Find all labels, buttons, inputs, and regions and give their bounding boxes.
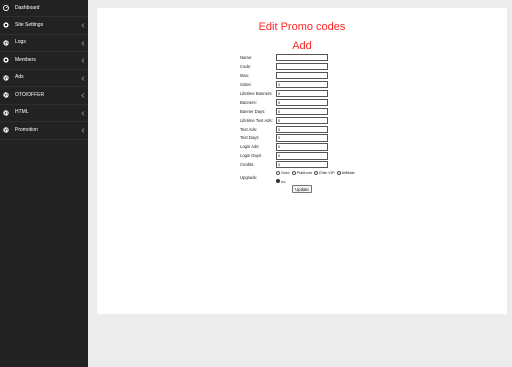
sidebar-item-site-settings[interactable]: Site Settings <box>0 17 88 35</box>
field-label: Login Days: <box>240 153 263 159</box>
dashboard-icon <box>3 5 9 11</box>
page-subtitle: Add <box>292 40 312 52</box>
form-row-text-ads: Text Ads: 0 <box>240 125 400 135</box>
credits-field[interactable]: 0 <box>276 161 328 169</box>
form-row-login-days: Login Days: 0 <box>240 152 400 161</box>
radio-label: Affiliate <box>341 170 355 176</box>
radio-button[interactable] <box>276 170 280 175</box>
text-days-field[interactable]: 0 <box>276 134 328 142</box>
sidebar-item-oto-offer[interactable]: OTO/OFFER <box>0 87 88 105</box>
field-label: Code: <box>240 63 252 69</box>
update-button[interactable]: Update <box>292 185 312 193</box>
form-row-solos: Solos: 0 <box>240 80 400 90</box>
field-label: Login Ads: <box>240 144 260 150</box>
gear-icon <box>3 57 9 64</box>
field-label: Text Ads: <box>240 126 257 132</box>
banners-field[interactable]: 0 <box>276 98 328 106</box>
form-row-credits: Credits: 0 <box>240 161 400 170</box>
radio-button[interactable] <box>336 170 341 175</box>
sidebar-item-label: Dashboard <box>15 4 40 11</box>
globe-icon <box>3 40 9 46</box>
sidebar-item-dashboard[interactable]: Dashboard <box>0 0 88 17</box>
form-row-name: Name: <box>240 54 400 63</box>
name-field[interactable] <box>276 54 328 62</box>
radio-label: Platinum <box>296 170 313 176</box>
sidebar-item-label: Ads <box>15 74 24 81</box>
globe-icon <box>3 75 9 81</box>
field-label: Upgrade: <box>240 175 258 181</box>
field-label: Name: <box>240 55 253 60</box>
upgrade-option-no[interactable]: no <box>276 178 355 184</box>
field-label: Text Days: <box>240 135 260 141</box>
login-days-field[interactable]: 0 <box>276 152 328 160</box>
globe-icon <box>3 110 9 116</box>
sidebar-item-label: Site Settings <box>15 21 44 28</box>
field-label: Lifetime Banners: <box>240 90 273 96</box>
field-label: Solos: <box>240 81 252 87</box>
globe-icon <box>3 127 9 133</box>
upgrade-option-platinum[interactable]: Platinum <box>291 170 313 176</box>
form-row-lifetime-banners: Lifetime Banners: 0 <box>240 89 400 99</box>
field-label: Credits: <box>240 162 255 168</box>
upgrade-option-affiliate[interactable]: Affiliate <box>336 170 355 176</box>
form-row-banners: Banners: 0 <box>240 98 400 108</box>
form-row-lifetime-text-ads: Lifetime Text Ads: 0 <box>240 116 400 126</box>
upgrade-option-gold[interactable]: Gold <box>276 170 289 175</box>
field-label: Banner Days: <box>240 108 266 114</box>
radio-label: no <box>281 178 286 184</box>
radio-button-selected[interactable] <box>276 178 280 183</box>
form-row-banner-days: Banner Days: 0 <box>240 107 400 117</box>
form-row-code: Code: <box>240 62 400 72</box>
field-label: Lifetime Text Ads: <box>240 117 273 123</box>
globe-icon <box>3 92 9 98</box>
promo-code-form: Name: Code: Max: Solos: 0 Lifetime Banne… <box>240 54 400 188</box>
gear-icon <box>3 22 9 29</box>
max-field[interactable] <box>276 71 328 80</box>
radio-button[interactable] <box>291 170 296 175</box>
form-row-text-days: Text Days: 0 <box>240 134 400 143</box>
sidebar-item-html[interactable]: HTML <box>0 105 88 122</box>
chevron-left-icon <box>81 110 85 116</box>
form-row-max: Max: <box>240 71 400 81</box>
sidebar-item-label: HTML <box>15 109 29 116</box>
field-label: Banners: <box>240 99 257 105</box>
chevron-left-icon <box>81 40 85 46</box>
upgrade-radio-group: Gold Platinum Elite VIP Affiliate no <box>276 170 356 184</box>
sidebar-item-ads[interactable]: Ads <box>0 70 88 87</box>
sidebar-item-label: Logs <box>15 39 26 46</box>
sidebar-item-label: Members <box>15 56 36 63</box>
upgrade-option-elite-vip[interactable]: Elite VIP <box>314 170 335 176</box>
sidebar-item-label: OTO/OFFER <box>15 91 45 98</box>
lifetime-banners-field[interactable]: 0 <box>276 89 328 97</box>
sidebar-item-logs[interactable]: Logs <box>0 35 88 52</box>
upgrade-row: Upgrade: Gold Platinum Elite VIP Affilia… <box>240 170 400 188</box>
chevron-left-icon <box>81 75 85 81</box>
field-label: Max: <box>240 72 250 78</box>
radio-label: Elite VIP <box>319 170 335 176</box>
radio-button[interactable] <box>314 170 319 175</box>
chevron-left-icon <box>81 128 85 133</box>
code-field[interactable] <box>276 62 328 71</box>
login-ads-field[interactable]: 0 <box>276 143 328 151</box>
lifetime-text-ads-field[interactable]: 0 <box>276 116 328 124</box>
form-row-login-ads: Login Ads: 0 <box>240 143 400 152</box>
chevron-left-icon <box>81 93 85 98</box>
banner-days-field[interactable]: 0 <box>276 107 328 115</box>
sidebar: Dashboard Site Settings Logs Members Ads <box>0 0 88 367</box>
sidebar-item-members[interactable]: Members <box>0 52 88 70</box>
page-title: Edit Promo codes <box>258 21 346 33</box>
sidebar-item-label: Promotion <box>15 126 38 133</box>
radio-label: Gold <box>281 170 290 176</box>
chevron-left-icon <box>81 23 85 28</box>
chevron-left-icon <box>81 58 85 63</box>
solos-field[interactable]: 0 <box>276 80 328 88</box>
text-ads-field[interactable]: 0 <box>276 125 328 133</box>
main-panel: Edit Promo codes Add Name: Code: Max: So… <box>97 8 507 314</box>
sidebar-item-promotion[interactable]: Promotion <box>0 122 88 140</box>
